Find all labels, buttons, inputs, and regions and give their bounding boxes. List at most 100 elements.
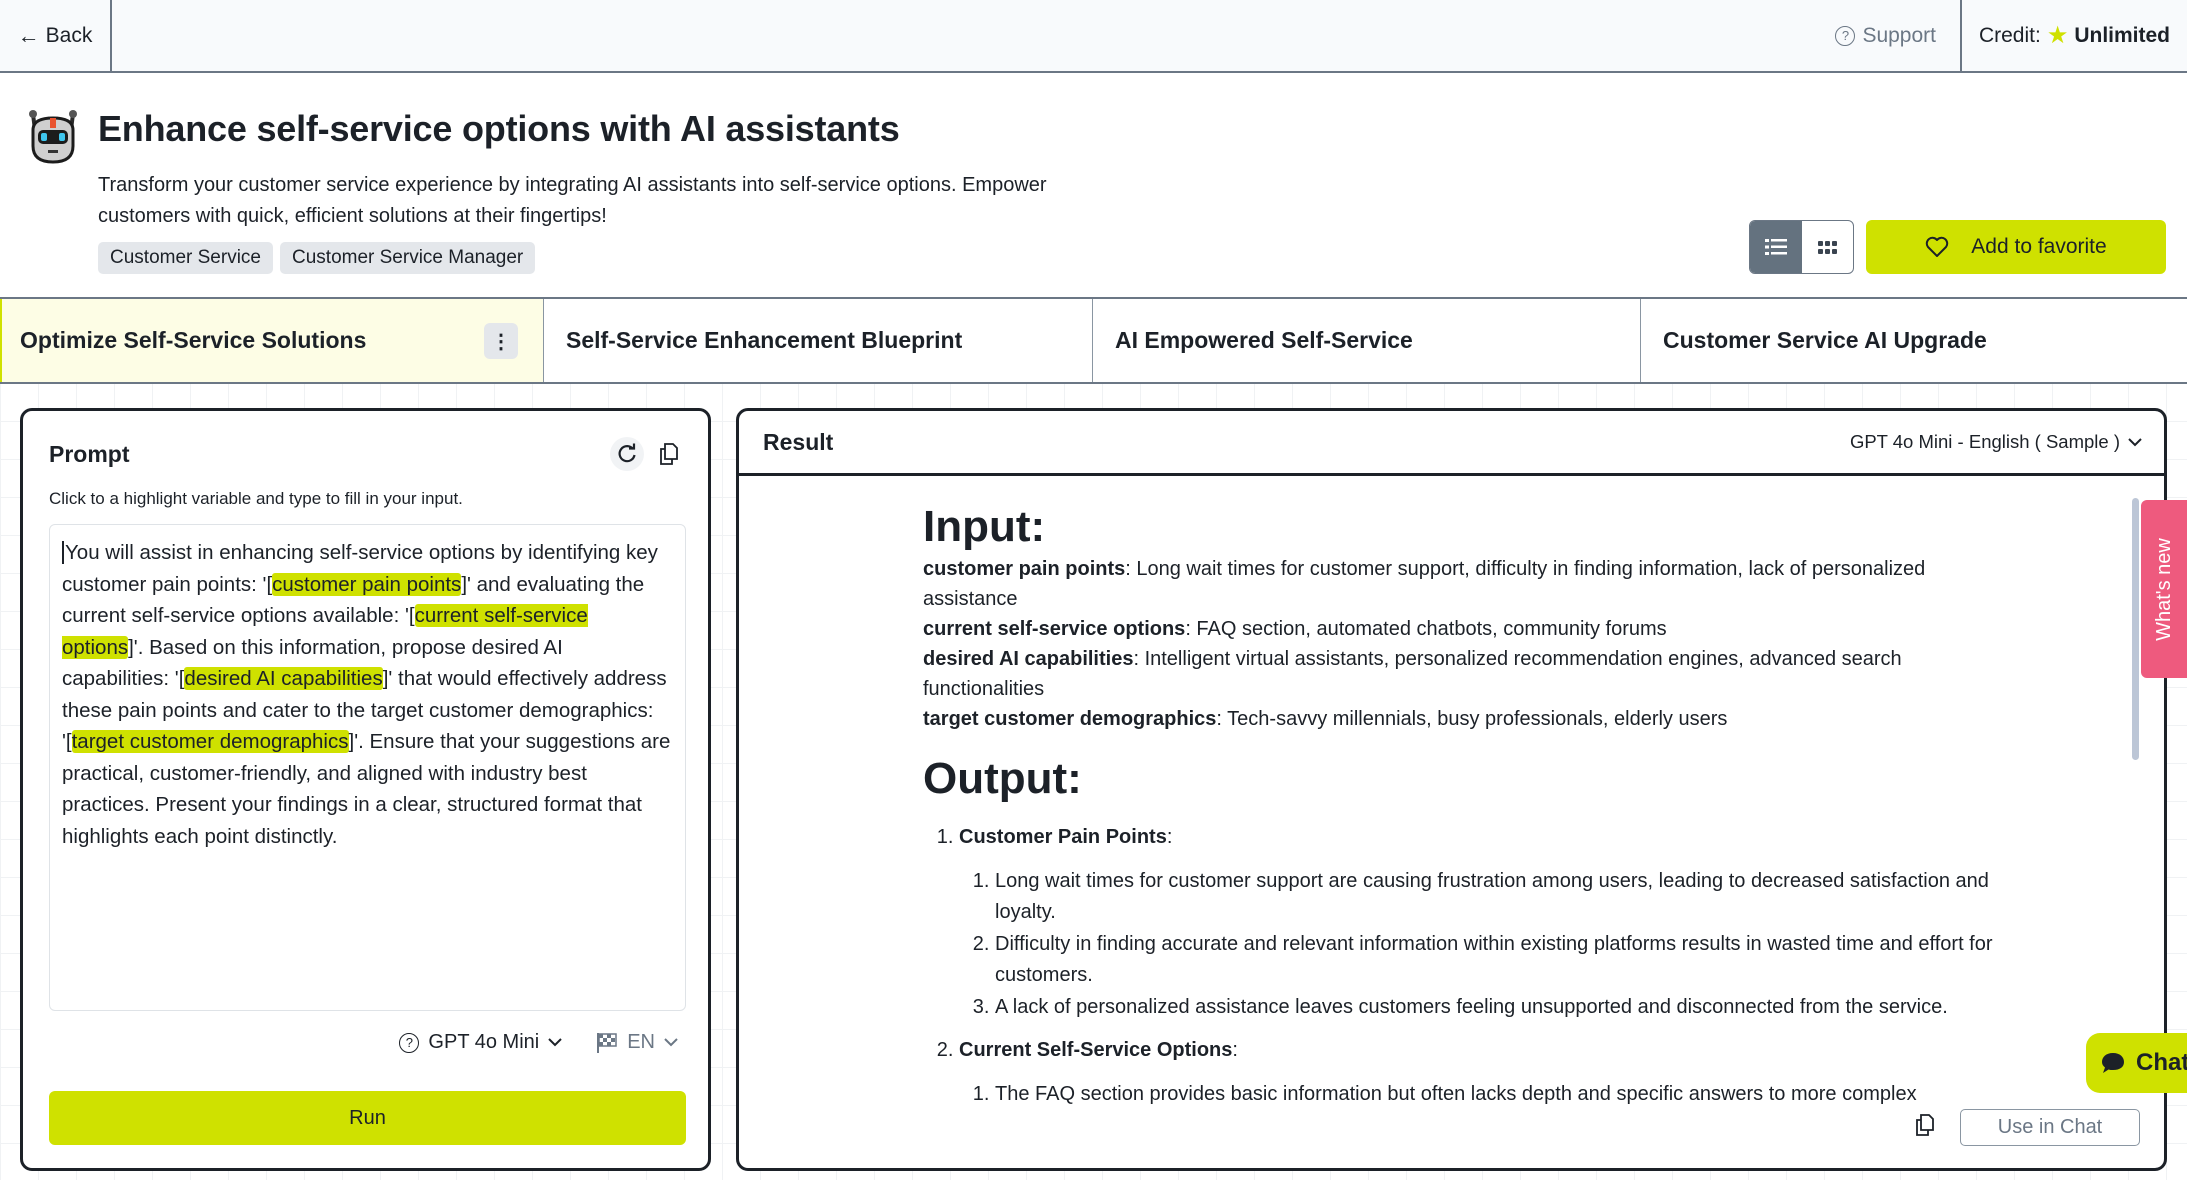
input-key: target customer demographics (923, 708, 1217, 730)
chevron-down-icon (2128, 437, 2142, 446)
more-vertical-icon: ⋮ (491, 330, 511, 353)
result-header: Result GPT 4o Mini - English ( Sample ) (739, 411, 2164, 476)
input-row: desired AI capabilities: Intelligent vir… (923, 644, 2024, 704)
grid-icon (1817, 240, 1837, 254)
tag[interactable]: Customer Service (98, 242, 273, 274)
back-button[interactable]: ← Back (0, 0, 112, 71)
refresh-icon (618, 443, 636, 463)
support-link[interactable]: ? Support (1835, 0, 1960, 71)
output-item: Long wait times for customer support are… (995, 866, 2024, 929)
result-footer: Use in Chat (1914, 1109, 2140, 1146)
view-toggle (1749, 220, 1854, 274)
tab-optimize-self-service-solutions[interactable]: Optimize Self-Service Solutions ⋮ (0, 299, 544, 382)
output-item: The FAQ section provides basic informati… (995, 1079, 2024, 1107)
prompt-variable[interactable]: customer pain points (272, 572, 462, 596)
output-sublist: Long wait times for customer support are… (959, 866, 2024, 1024)
model-label: GPT 4o Mini (428, 1031, 540, 1053)
page-title: Enhance self-service options with AI ass… (98, 108, 900, 149)
copy-prompt-button[interactable] (652, 437, 686, 471)
prompt-hint: Click to a highlight variable and type t… (49, 489, 463, 508)
language-label: EN (627, 1031, 655, 1053)
tab-label: Self-Service Enhancement Blueprint (566, 327, 963, 353)
arrow-left-icon: ← (17, 22, 40, 48)
back-label: Back (45, 23, 93, 47)
model-selector[interactable]: ? GPT 4o Mini (399, 1031, 562, 1054)
robot-icon (29, 110, 77, 164)
input-row: target customer demographics: Tech-savvy… (923, 704, 2024, 734)
output-sublist: The FAQ section provides basic informati… (959, 1079, 2024, 1107)
credit-indicator: Credit: ★ Unlimited (1960, 0, 2187, 71)
copy-result-button[interactable] (1914, 1113, 1936, 1142)
credit-value: Unlimited (2074, 23, 2171, 47)
input-row: customer pain points: Long wait times fo… (923, 554, 2024, 614)
whats-new-label: What's new (2152, 537, 2175, 641)
output-section-title: Customer Pain Points (959, 826, 1167, 848)
reset-prompt-button[interactable] (610, 437, 644, 471)
input-value: : FAQ section, automated chatbots, commu… (1185, 618, 1667, 640)
input-key: customer pain points (923, 558, 1126, 580)
chat-bubble-icon (2102, 1053, 2124, 1073)
star-icon: ★ (2046, 21, 2069, 49)
variant-tabs: Optimize Self-Service Solutions ⋮ Self-S… (0, 297, 2187, 384)
result-panel: Result GPT 4o Mini - English ( Sample ) … (736, 408, 2167, 1171)
result-content: Input: customer pain points: Long wait t… (739, 476, 2164, 1106)
result-scrollbar[interactable] (2132, 498, 2139, 760)
tab-label: Customer Service AI Upgrade (1663, 327, 1987, 353)
copy-icon (660, 443, 678, 465)
help-circle-icon: ? (1835, 25, 1856, 46)
chat-button[interactable]: Chat (2086, 1033, 2187, 1093)
prompt-variable[interactable]: desired AI capabilities (184, 667, 383, 690)
chevron-down-icon (664, 1038, 678, 1047)
result-title: Result (763, 428, 834, 455)
page-description: Transform your customer service experien… (98, 174, 1047, 227)
list-view-button[interactable] (1750, 221, 1802, 273)
input-key: desired AI capabilities (923, 648, 1134, 670)
output-item: A lack of personalized assistance leaves… (995, 992, 2024, 1024)
prompt-title: Prompt (49, 441, 130, 467)
whats-new-tab[interactable]: What's new (2141, 500, 2187, 678)
output-list: Customer Pain Points:Long wait times for… (923, 822, 2024, 1106)
text-caret (62, 541, 64, 564)
input-value: : Tech-savvy millennials, busy professio… (1216, 708, 1728, 730)
tag-list: Customer Service Customer Service Manage… (98, 242, 536, 274)
support-label: Support (1862, 23, 1936, 47)
output-section-title: Current Self-Service Options (959, 1039, 1233, 1061)
tab-label: AI Empowered Self-Service (1115, 327, 1413, 353)
result-model-selector[interactable]: GPT 4o Mini - English ( Sample ) (1850, 431, 2142, 453)
output-item: Difficulty in finding accurate and relev… (995, 929, 2024, 992)
prompt-variable[interactable]: target customer demographics (71, 730, 349, 753)
chevron-down-icon (548, 1038, 562, 1047)
prompt-actions (610, 437, 686, 471)
chat-label: Chat (2136, 1049, 2187, 1076)
flag-icon (597, 1032, 617, 1053)
output-section: Customer Pain Points:Long wait times for… (959, 822, 2024, 1023)
tab-customer-service-ai-upgrade[interactable]: Customer Service AI Upgrade (1641, 299, 2187, 382)
input-row: current self-service options: FAQ sectio… (923, 614, 2024, 644)
tab-ai-empowered-self-service[interactable]: AI Empowered Self-Service (1093, 299, 1641, 382)
add-to-favorite-button[interactable]: Add to favorite (1866, 220, 2166, 274)
prompt-panel: Prompt Click to a highlight variable and… (20, 408, 711, 1171)
heart-icon (1926, 236, 1949, 257)
result-model-label: GPT 4o Mini - English ( Sample ) (1849, 431, 2120, 452)
grid-view-button[interactable] (1802, 221, 1854, 273)
prompt-editor[interactable]: You will assist in enhancing self-servic… (49, 524, 686, 1011)
help-circle-icon: ? (399, 1032, 420, 1053)
tab-label: Optimize Self-Service Solutions (20, 327, 367, 353)
prompt-controls: ? GPT 4o Mini EN (399, 1031, 678, 1054)
input-list: customer pain points: Long wait times fo… (923, 554, 2024, 734)
tab-more-menu-button[interactable]: ⋮ (484, 323, 518, 359)
input-heading: Input: (923, 502, 1046, 551)
run-button[interactable]: Run (49, 1091, 686, 1145)
add-to-favorite-label: Add to favorite (1971, 235, 2107, 258)
tab-self-service-enhancement-blueprint[interactable]: Self-Service Enhancement Blueprint (544, 299, 1093, 382)
list-icon (1764, 239, 1787, 255)
copy-icon (1916, 1114, 1934, 1136)
output-heading: Output: (923, 754, 1082, 803)
input-key: current self-service options (923, 618, 1186, 640)
use-in-chat-button[interactable]: Use in Chat (1960, 1109, 2140, 1146)
credit-label: Credit: (1978, 23, 2041, 47)
top-bar: ← Back ? Support Credit: ★ Unlimited (0, 0, 2187, 73)
language-selector[interactable]: EN (596, 1031, 678, 1054)
output-section: Current Self-Service Options:The FAQ sec… (959, 1035, 2024, 1106)
tag[interactable]: Customer Service Manager (280, 242, 536, 274)
